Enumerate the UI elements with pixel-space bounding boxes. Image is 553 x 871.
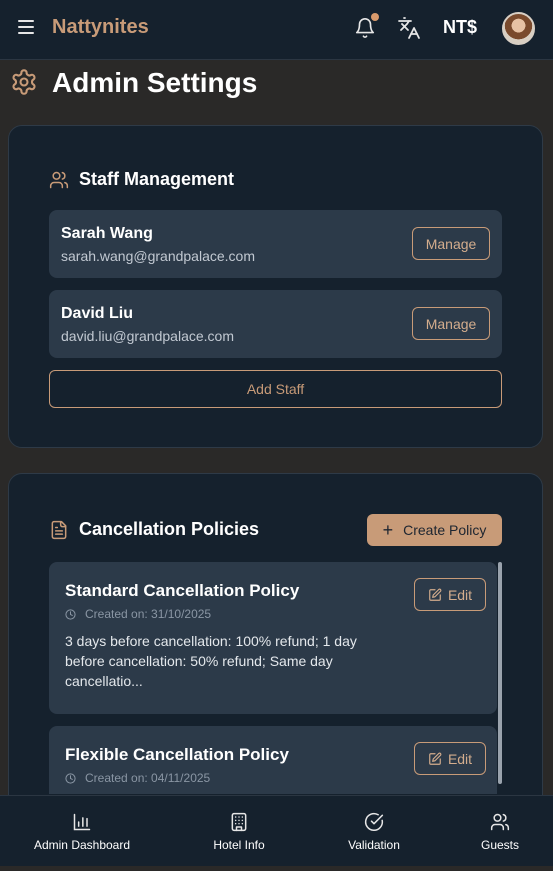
menu-icon[interactable] [18, 20, 34, 34]
users-icon [490, 813, 510, 831]
nav-label: Validation [348, 838, 400, 852]
nav-label: Guests [480, 838, 519, 852]
brand-logo[interactable]: Nattynites [52, 16, 149, 39]
staff-section-header: Staff Management [49, 169, 234, 190]
policy-date: Created on: 04/11/2025 [65, 771, 210, 785]
section-title: Staff Management [79, 169, 235, 189]
manage-button[interactable]: Manage [412, 307, 490, 340]
staff-name: David Liu [61, 305, 134, 322]
clock-icon [65, 772, 76, 784]
nav-label: Admin Dashboard [33, 838, 131, 852]
nav-label: Hotel Info [213, 838, 265, 852]
page-header: Admin Settings [0, 60, 553, 110]
edit-label: Edit [447, 750, 473, 767]
policy-created-text: Created on: 04/11/2025 [85, 771, 211, 785]
nav-item-guests[interactable]: Guests [474, 796, 526, 867]
edit-button[interactable]: Edit [414, 742, 486, 775]
scrollbar[interactable] [498, 562, 502, 784]
staff-row: Sarah Wang sarah.wang@grandpalace.com Ma… [49, 210, 502, 278]
create-policy-label: Create Policy [403, 522, 487, 538]
create-policy-button[interactable]: + Create Policy [367, 514, 502, 546]
policy-title: Flexible Cancellation Policy [65, 745, 289, 764]
top-header: Nattynites NT$ [0, 0, 553, 60]
edit-button[interactable]: Edit [414, 578, 486, 611]
currency-selector[interactable]: NT$ [443, 17, 477, 38]
section-title: Cancellation Policies [79, 519, 260, 539]
users-icon [49, 171, 69, 188]
staff-management-card: Staff Management Sarah Wang sarah.wang@g… [8, 125, 543, 448]
building-icon [231, 812, 247, 832]
staff-email: david.liu@grandpalace.com [61, 328, 234, 344]
edit-label: Edit [447, 586, 473, 603]
add-staff-button[interactable]: Add Staff [49, 370, 502, 408]
edit-icon [429, 588, 442, 601]
nav-item-validation[interactable]: Validation [343, 796, 405, 867]
policy-item: Flexible Cancellation Policy Created on:… [49, 726, 497, 794]
notification-dot [371, 13, 379, 21]
plus-icon: + [382, 520, 394, 540]
clock-icon [65, 608, 76, 620]
bottom-nav: Admin Dashboard Hotel Info Validation Gu… [0, 795, 553, 866]
policy-date: Created on: 31/10/2025 [65, 607, 211, 621]
manage-button[interactable]: Manage [412, 227, 490, 260]
translate-icon[interactable] [397, 16, 421, 40]
policy-item: Standard Cancellation Policy Created on:… [49, 562, 497, 714]
document-icon [51, 520, 67, 539]
policy-list[interactable]: Standard Cancellation Policy Created on:… [49, 562, 502, 794]
staff-email: sarah.wang@grandpalace.com [61, 248, 255, 264]
policy-title: Standard Cancellation Policy [65, 581, 300, 600]
nav-item-hotel-info[interactable]: Hotel Info [208, 796, 270, 867]
check-circle-icon [364, 812, 384, 832]
avatar[interactable] [502, 12, 535, 45]
bar-chart-icon [73, 813, 91, 831]
footer-strip [0, 866, 553, 871]
staff-row: David Liu david.liu@grandpalace.com Mana… [49, 290, 502, 358]
nav-item-admin-dashboard[interactable]: Admin Dashboard [31, 796, 133, 867]
page-title: Admin Settings [52, 67, 258, 98]
cancellation-policies-card: Cancellation Policies + Create Policy St… [8, 473, 543, 813]
edit-icon [429, 752, 442, 765]
staff-name: Sarah Wang [61, 225, 153, 242]
gear-icon [12, 69, 36, 95]
policies-section-header: Cancellation Policies [49, 519, 259, 540]
policy-description: 3 days before cancellation: 100% refund;… [65, 633, 357, 689]
policy-created-text: Created on: 31/10/2025 [85, 607, 212, 621]
